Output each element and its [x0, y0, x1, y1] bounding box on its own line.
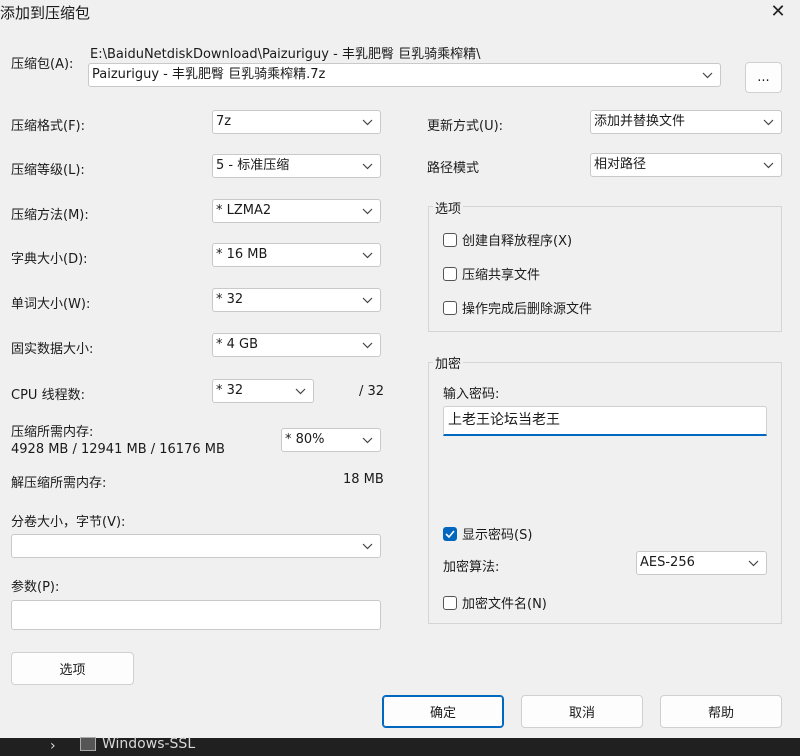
- solid-label: 固实数据大小:: [11, 342, 94, 357]
- method-value: * LZMA2: [216, 203, 272, 218]
- dict-combo[interactable]: * 16 MB: [212, 243, 381, 267]
- decompress-memory-value: 18 MB: [343, 472, 384, 487]
- chevron-down-icon: [700, 64, 714, 86]
- volume-label: 分卷大小，字节(V):: [11, 515, 126, 530]
- decompress-memory-label: 解压缩所需内存:: [11, 476, 107, 491]
- add-to-archive-dialog: 添加到压缩包 ✕ 压缩包(A): E:\BaiduNetdiskDownload…: [0, 0, 800, 738]
- format-label: 压缩格式(F):: [11, 119, 86, 134]
- memory-combo[interactable]: * 80%: [281, 428, 381, 452]
- path-mode-combo[interactable]: 相对路径: [590, 153, 782, 177]
- help-button[interactable]: 帮助: [660, 695, 782, 728]
- archive-path: E:\BaiduNetdiskDownload\Paizuriguy - 丰乳肥…: [90, 47, 481, 62]
- ok-button[interactable]: 确定: [382, 695, 504, 728]
- memory-value: * 80%: [285, 432, 325, 447]
- update-label: 更新方式(U):: [427, 119, 504, 134]
- cancel-button[interactable]: 取消: [521, 695, 643, 728]
- chevron-down-icon: [360, 334, 374, 356]
- archive-name-combo[interactable]: Paizuriguy - 丰乳肥臀 巨乳骑乘榨精.7z: [88, 63, 721, 87]
- chevron-down-icon: [293, 380, 307, 402]
- password-input[interactable]: 上老王论坛当老王: [443, 406, 767, 436]
- params-input[interactable]: [11, 600, 381, 630]
- threads-max: / 32: [359, 384, 385, 399]
- shared-files-checkbox[interactable]: 压缩共享文件: [443, 264, 540, 283]
- shared-files-label: 压缩共享文件: [462, 268, 541, 283]
- browse-button[interactable]: ...: [745, 62, 782, 93]
- chevron-down-icon: [360, 429, 374, 451]
- volume-combo[interactable]: [11, 534, 381, 558]
- checkbox-box[interactable]: [443, 595, 457, 610]
- solid-combo[interactable]: * 4 GB: [212, 333, 381, 357]
- solid-value: * 4 GB: [216, 337, 259, 352]
- memory-detail: 4928 MB / 12941 MB / 16176 MB: [11, 442, 225, 457]
- word-combo[interactable]: * 32: [212, 288, 381, 312]
- update-combo[interactable]: 添加并替换文件: [590, 110, 782, 134]
- dict-label: 字典大小(D):: [11, 252, 88, 267]
- level-label: 压缩等级(L):: [11, 163, 85, 178]
- format-combo[interactable]: 7z: [212, 110, 381, 134]
- delete-after-label: 操作完成后删除源文件: [462, 302, 593, 317]
- level-value: 5 - 标准压缩: [216, 158, 290, 173]
- encryption-method-value: AES-256: [640, 555, 695, 570]
- delete-after-checkbox[interactable]: 操作完成后删除源文件: [443, 298, 592, 317]
- method-combo[interactable]: * LZMA2: [212, 199, 381, 223]
- sfx-checkbox[interactable]: 创建自释放程序(X): [443, 230, 572, 249]
- path-mode-label: 路径模式: [427, 161, 480, 176]
- password-label: 输入密码:: [443, 387, 500, 402]
- checkbox-box[interactable]: [443, 300, 457, 315]
- word-value: * 32: [216, 292, 244, 307]
- params-label: 参数(P):: [11, 580, 60, 595]
- sfx-label: 创建自释放程序(X): [462, 234, 573, 249]
- encrypt-names-label: 加密文件名(N): [462, 597, 547, 612]
- taskbar-app[interactable]: Windows-SSL: [80, 736, 195, 752]
- path-mode-value: 相对路径: [594, 157, 647, 172]
- checkbox-checked-box[interactable]: [443, 526, 457, 541]
- threads-combo[interactable]: * 32: [212, 379, 314, 403]
- dialog-title: 添加到压缩包: [0, 4, 91, 22]
- chevron-down-icon: [746, 552, 760, 574]
- checkbox-box[interactable]: [443, 232, 457, 247]
- method-label: 压缩方法(M):: [11, 208, 89, 223]
- encryption-method-label: 加密算法:: [443, 560, 500, 575]
- options-group-title: 选项: [433, 198, 464, 217]
- encrypt-names-checkbox[interactable]: 加密文件名(N): [443, 593, 547, 612]
- threads-label: CPU 线程数:: [11, 388, 85, 403]
- window-icon: [80, 737, 96, 751]
- check-icon: [445, 529, 455, 538]
- chevron-down-icon: [761, 154, 775, 176]
- word-label: 单词大小(W):: [11, 297, 91, 312]
- encryption-method-combo[interactable]: AES-256: [636, 551, 767, 575]
- chevron-right-icon[interactable]: ›: [50, 738, 56, 754]
- chevron-down-icon: [360, 289, 374, 311]
- chevron-down-icon: [360, 200, 374, 222]
- chevron-down-icon: [360, 535, 374, 557]
- options-button[interactable]: 选项: [11, 652, 134, 685]
- memory-label: 压缩所需内存:: [11, 425, 94, 440]
- chevron-down-icon: [360, 111, 374, 133]
- chevron-down-icon: [360, 244, 374, 266]
- checkbox-box[interactable]: [443, 266, 457, 281]
- level-combo[interactable]: 5 - 标准压缩: [212, 154, 381, 178]
- close-icon[interactable]: ✕: [766, 0, 790, 22]
- update-value: 添加并替换文件: [594, 114, 686, 129]
- format-value: 7z: [216, 114, 232, 129]
- encryption-group-title: 加密: [433, 353, 464, 372]
- taskbar: › Windows-SSL: [0, 736, 800, 756]
- taskbar-app-label: Windows-SSL: [102, 736, 196, 752]
- show-password-label: 显示密码(S): [462, 528, 533, 543]
- threads-value: * 32: [216, 383, 244, 398]
- archive-label: 压缩包(A):: [11, 57, 74, 72]
- show-password-checkbox[interactable]: 显示密码(S): [443, 524, 532, 543]
- archive-name-value: Paizuriguy - 丰乳肥臀 巨乳骑乘榨精.7z: [92, 67, 326, 82]
- dict-value: * 16 MB: [216, 247, 268, 262]
- chevron-down-icon: [761, 111, 775, 133]
- chevron-down-icon: [360, 155, 374, 177]
